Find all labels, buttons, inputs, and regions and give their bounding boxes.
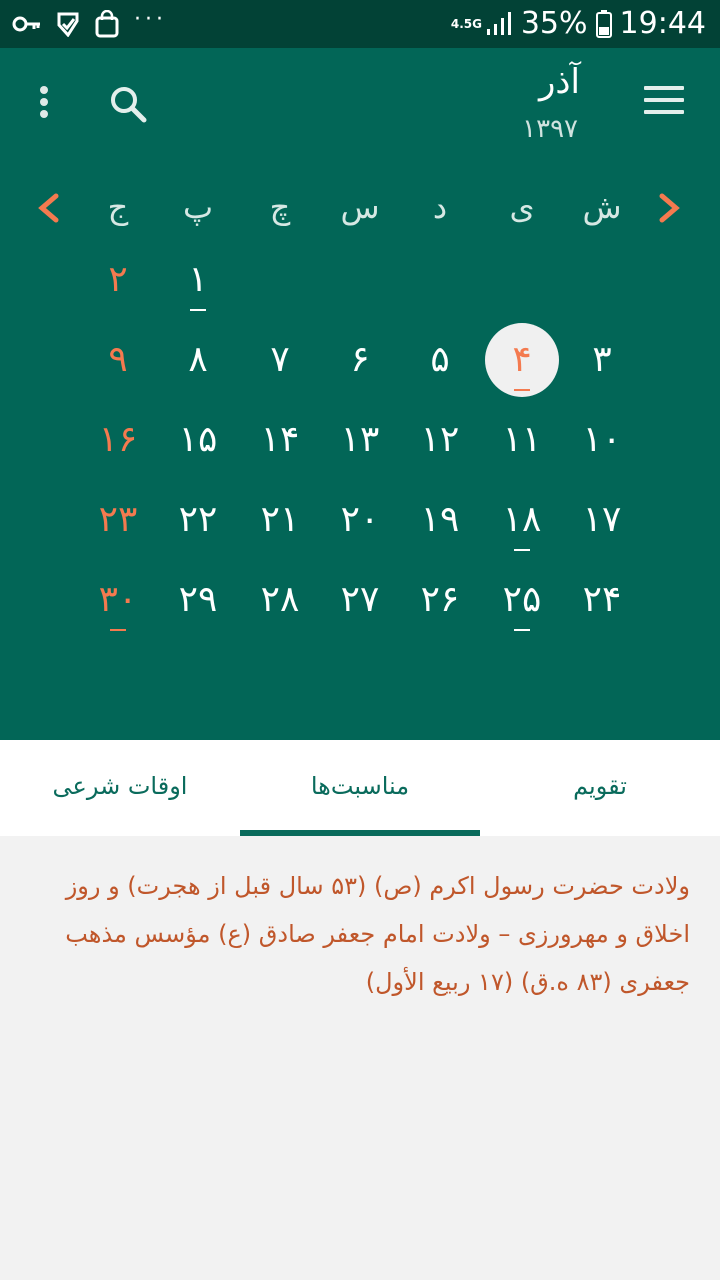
active-tab-indicator: [240, 830, 480, 836]
day-cell[interactable]: ۲۵: [485, 563, 559, 637]
day-cell[interactable]: ۲۹: [161, 563, 235, 637]
weekday-label: پ: [182, 188, 214, 226]
calendar-header: آذر ۱۳۹۷ شیدسچپج ۱ ۲ ۳ ۴ ۵ ۶ ۷ ۸ ۹ ۱۰ ۱۱ ۱۲ ۱۳ ۱۴ ۱۵ ۱۶…: [0, 48, 720, 740]
status-indicators: 4.5G 35% 19:44: [451, 6, 706, 42]
day-cell[interactable]: ۲۳: [81, 483, 155, 557]
battery-percent: 35%: [520, 6, 588, 41]
status-bar: ··· 4.5G 35% 19:44: [0, 0, 720, 48]
notification-icons: ···: [12, 8, 167, 40]
day-cell[interactable]: ۲۷: [323, 563, 397, 637]
day-cell[interactable]: ۱۹: [403, 483, 477, 557]
month-title[interactable]: آذر: [539, 62, 580, 102]
key-icon: [12, 16, 40, 32]
day-cell[interactable]: ۲۱: [243, 483, 317, 557]
day-cell[interactable]: ۲۴: [565, 563, 639, 637]
day-cell[interactable]: ۲۰: [323, 483, 397, 557]
chevron-left-icon[interactable]: [34, 188, 64, 228]
chevron-right-icon[interactable]: [654, 188, 684, 228]
day-cell[interactable]: ۱۰: [565, 403, 639, 477]
day-cell[interactable]: ۱۵: [161, 403, 235, 477]
check-icon: [57, 12, 79, 37]
day-cell[interactable]: ۲: [81, 243, 155, 317]
day-cell[interactable]: ۱۳: [323, 403, 397, 477]
day-cell[interactable]: ۱۶: [81, 403, 155, 477]
day-cell[interactable]: ۱: [161, 243, 235, 317]
bag-icon: [95, 10, 119, 38]
weekday-label: ش: [582, 188, 622, 226]
day-cell-today[interactable]: ۴: [485, 323, 559, 397]
network-type: 4.5G: [450, 17, 482, 31]
day-cell[interactable]: ۵: [403, 323, 477, 397]
day-cell[interactable]: ۱۲: [403, 403, 477, 477]
battery-icon: [595, 10, 612, 38]
clock: 19:44: [619, 6, 706, 41]
year-title[interactable]: ۱۳۹۷: [522, 114, 578, 144]
tab-calendar[interactable]: تقویم: [480, 740, 720, 836]
day-cell[interactable]: ۲۲: [161, 483, 235, 557]
weekday-label: ج: [107, 188, 129, 226]
tab-bar: تقویم مناسبت‌ها اوقات شرعی: [0, 740, 720, 836]
day-cell[interactable]: ۸: [161, 323, 235, 397]
more-notifications-icon: ···: [134, 7, 167, 32]
day-cell[interactable]: ۲۸: [243, 563, 317, 637]
day-cell[interactable]: ۱۷: [565, 483, 639, 557]
day-cell[interactable]: ۳: [565, 323, 639, 397]
day-cell[interactable]: ۲۶: [403, 563, 477, 637]
weekday-label: چ: [269, 188, 291, 226]
day-cell[interactable]: ۹: [81, 323, 155, 397]
more-vert-icon[interactable]: [38, 86, 50, 122]
day-cell[interactable]: ۱۱: [485, 403, 559, 477]
weekday-label: د: [432, 188, 448, 226]
tab-occasions[interactable]: مناسبت‌ها: [240, 740, 480, 836]
day-cell[interactable]: ۱۸: [485, 483, 559, 557]
signal-icon: [486, 12, 511, 35]
day-cell[interactable]: ۶: [323, 323, 397, 397]
weekday-label: ی: [509, 188, 535, 226]
weekday-label: س: [340, 188, 380, 226]
menu-icon[interactable]: [644, 86, 684, 118]
day-cell[interactable]: ۱۴: [243, 403, 317, 477]
day-cell[interactable]: ۷: [243, 323, 317, 397]
day-cell[interactable]: ۳۰: [81, 563, 155, 637]
event-description: ولادت حضرت رسول اکرم (ص) (۵۳ سال قبل از …: [65, 872, 690, 996]
search-icon[interactable]: [108, 84, 148, 124]
tab-prayer-times[interactable]: اوقات شرعی: [0, 740, 240, 836]
